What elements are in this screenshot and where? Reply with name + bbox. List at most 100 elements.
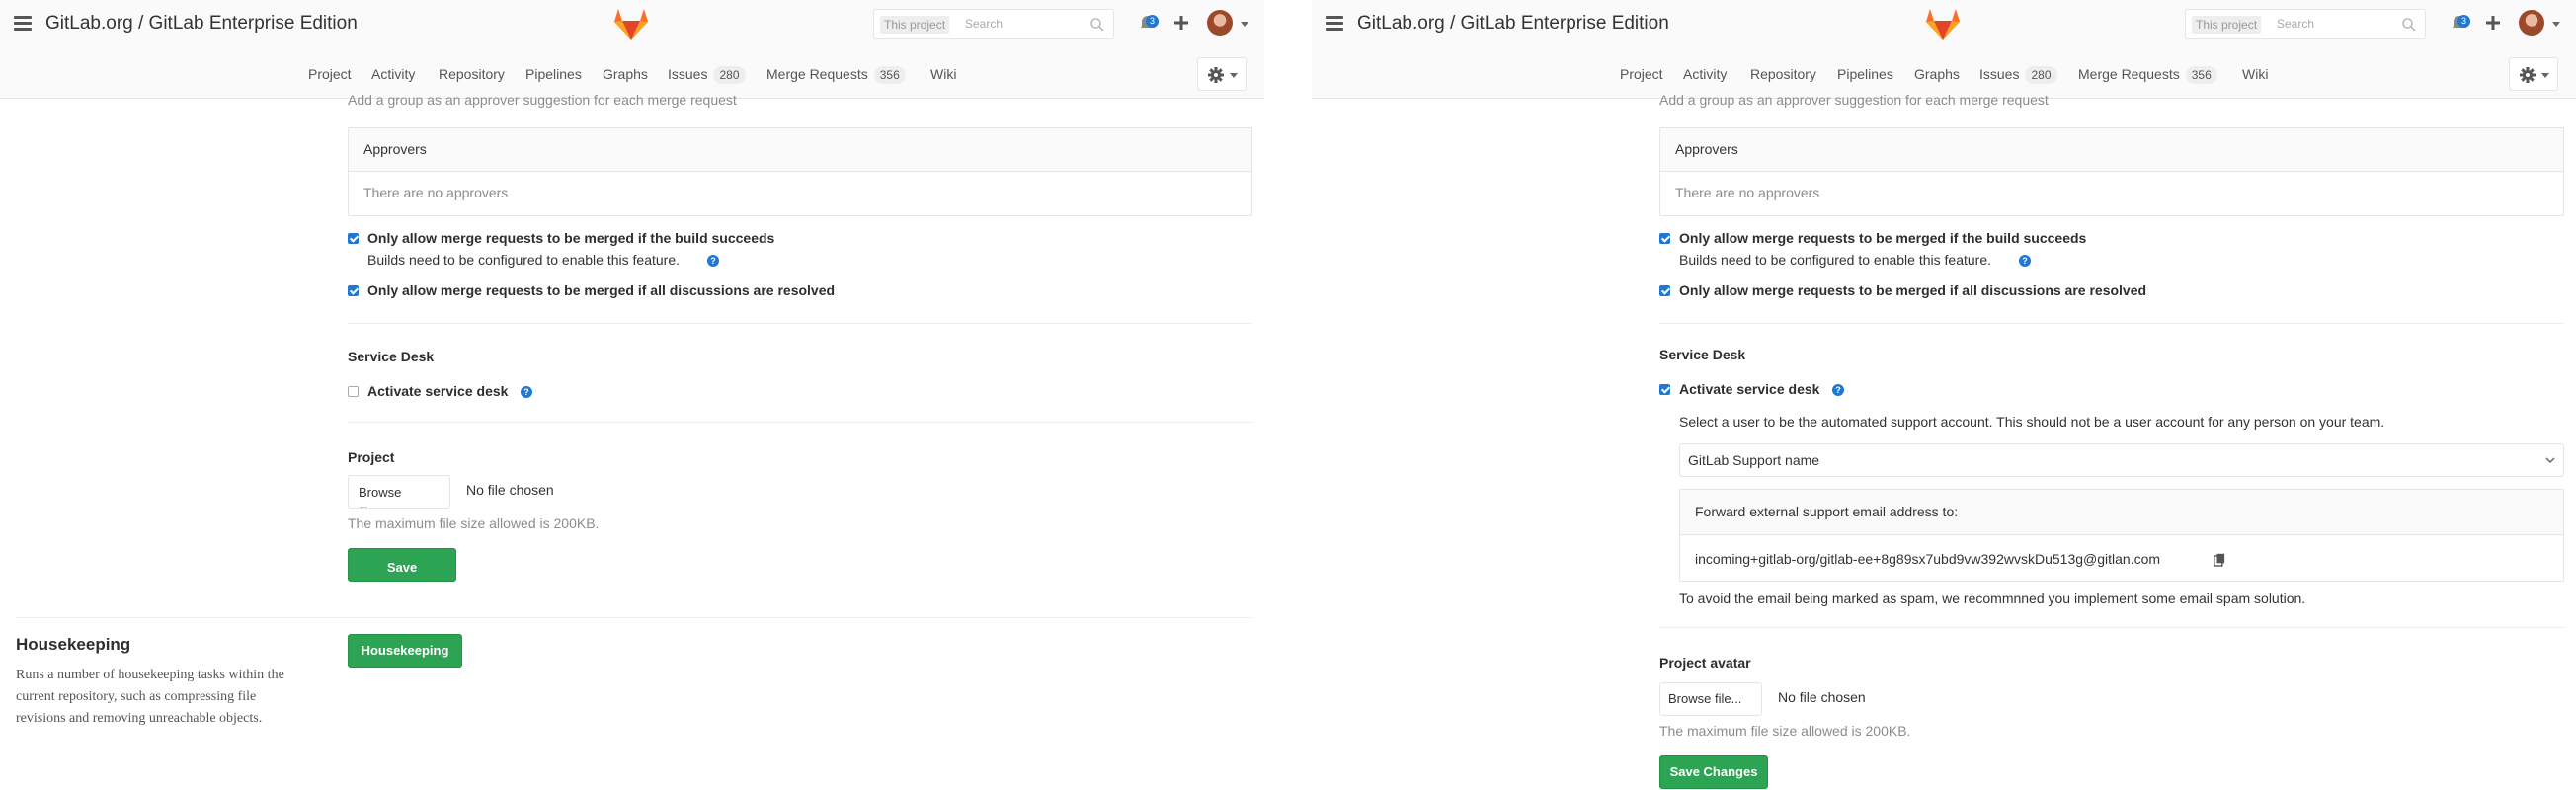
top-header: GitLab.org / GitLab Enterprise Edition T… bbox=[1312, 0, 2576, 99]
chevron-down-icon bbox=[1230, 73, 1238, 78]
mr-count-badge: 356 bbox=[2185, 66, 2217, 84]
build-succeeds-checkbox[interactable] bbox=[1659, 233, 1670, 244]
help-question-icon[interactable]: ? bbox=[707, 255, 719, 267]
forward-email-panel: Forward external support email address t… bbox=[1679, 489, 2564, 582]
activate-service-desk-label: Activate service desk bbox=[367, 383, 509, 399]
new-item-plus-icon[interactable] bbox=[1172, 14, 1190, 32]
divider bbox=[348, 323, 1252, 324]
activate-service-desk-checkbox[interactable] bbox=[348, 386, 359, 397]
no-file-chosen-text: No file chosen bbox=[466, 482, 554, 498]
search-icon bbox=[1090, 18, 1104, 32]
nav-repository[interactable]: Repository bbox=[1750, 63, 1816, 85]
chevron-down-icon bbox=[2545, 457, 2555, 464]
nav-issues-label: Issues bbox=[1979, 66, 2020, 82]
pane-separator bbox=[1264, 0, 1312, 790]
max-file-size-text: The maximum file size allowed is 200KB. bbox=[348, 515, 600, 531]
chevron-down-icon bbox=[2541, 73, 2549, 78]
approvers-heading: Approvers bbox=[1660, 128, 2563, 172]
nav-repository[interactable]: Repository bbox=[439, 63, 505, 85]
max-file-size-text: The maximum file size allowed is 200KB. bbox=[1659, 723, 1911, 739]
nav-pipelines[interactable]: Pipelines bbox=[525, 63, 582, 85]
nav-pipelines[interactable]: Pipelines bbox=[1837, 63, 1893, 85]
approvers-panel: Approvers There are no approvers bbox=[348, 127, 1252, 216]
project-nav: Project Activity Repository Pipelines Gr… bbox=[1312, 63, 2576, 87]
discussions-resolved-checkbox[interactable] bbox=[348, 285, 359, 296]
save-changes-button[interactable]: Save Changes bbox=[1659, 755, 1768, 789]
approvers-empty: There are no approvers bbox=[363, 185, 509, 200]
settings-dropdown-button[interactable] bbox=[1197, 57, 1247, 91]
no-file-chosen-text: No file chosen bbox=[1778, 689, 1866, 705]
service-desk-email[interactable]: incoming+gitlab-org/gitlab-ee+8g89sx7ubd… bbox=[1695, 551, 2160, 567]
nav-project[interactable]: Project bbox=[1620, 63, 1663, 85]
approvers-heading: Approvers bbox=[349, 128, 1251, 172]
todo-count-badge: 3 bbox=[2457, 15, 2470, 28]
build-succeeds-checkbox[interactable] bbox=[348, 233, 359, 244]
search-scope-badge: This project bbox=[2192, 16, 2262, 34]
project-title[interactable]: GitLab.org / GitLab Enterprise Edition bbox=[1357, 13, 1669, 35]
gitlab-logo-icon[interactable] bbox=[612, 6, 650, 41]
discussions-resolved-label: Only allow merge requests to be merged i… bbox=[1679, 282, 2147, 298]
project-nav: Project Activity Repository Pipelines Gr… bbox=[0, 63, 1264, 87]
approvers-hint: Add a group as an approver suggestion fo… bbox=[1659, 92, 2049, 108]
divider bbox=[16, 617, 1252, 618]
help-question-icon[interactable]: ? bbox=[1832, 384, 1844, 396]
browse-file-button[interactable]: Browse file... bbox=[1659, 682, 1762, 716]
nav-merge-requests[interactable]: Merge Requests 356 bbox=[2078, 63, 2217, 85]
help-question-icon[interactable]: ? bbox=[521, 386, 532, 398]
todo-count-badge: 3 bbox=[1146, 15, 1159, 28]
nav-merge-requests[interactable]: Merge Requests 356 bbox=[766, 63, 906, 85]
nav-issues[interactable]: Issues 280 bbox=[1979, 63, 2057, 85]
user-avatar[interactable] bbox=[1207, 10, 1233, 36]
nav-mr-label: Merge Requests bbox=[2078, 66, 2180, 82]
discussions-resolved-checkbox[interactable] bbox=[1659, 285, 1670, 296]
nav-issues[interactable]: Issues 280 bbox=[668, 63, 746, 85]
project-avatar-heading: Project avatar bbox=[1659, 655, 1751, 671]
build-help-text: Builds need to be configured to enable t… bbox=[1679, 252, 1991, 268]
search-input[interactable]: This project Search bbox=[2185, 9, 2426, 39]
issues-count-badge: 280 bbox=[713, 66, 746, 84]
todos-bell-icon[interactable]: 3 bbox=[1138, 14, 1160, 34]
nav-wiki[interactable]: Wiki bbox=[930, 63, 956, 85]
chevron-down-icon[interactable] bbox=[1241, 22, 1248, 27]
gitlab-logo-icon[interactable] bbox=[1924, 6, 1962, 41]
top-header: GitLab.org / GitLab Enterprise Edition T… bbox=[0, 0, 1264, 99]
gear-icon bbox=[2520, 67, 2536, 83]
help-question-icon[interactable]: ? bbox=[2019, 255, 2031, 267]
build-succeeds-label: Only allow merge requests to be merged i… bbox=[1679, 230, 2087, 246]
nav-graphs[interactable]: Graphs bbox=[1914, 63, 1960, 85]
nav-activity[interactable]: Activity bbox=[371, 63, 415, 85]
project-avatar-heading: Project avatar bbox=[348, 449, 395, 465]
save-changes-button[interactable]: Save Changes bbox=[348, 548, 456, 582]
divider bbox=[1659, 323, 2564, 324]
right-screenshot-pane: GitLab.org / GitLab Enterprise Edition T… bbox=[1312, 0, 2576, 790]
copy-clipboard-icon[interactable] bbox=[2214, 553, 2225, 567]
housekeeping-button[interactable]: Housekeeping bbox=[348, 634, 462, 668]
search-placeholder: Search bbox=[965, 17, 1004, 31]
discussions-resolved-label: Only allow merge requests to be merged i… bbox=[367, 282, 836, 298]
build-help-text: Builds need to be configured to enable t… bbox=[367, 252, 680, 268]
todos-bell-icon[interactable]: 3 bbox=[2450, 14, 2471, 34]
search-input[interactable]: This project Search bbox=[873, 9, 1114, 39]
nav-wiki[interactable]: Wiki bbox=[2242, 63, 2268, 85]
settings-dropdown-button[interactable] bbox=[2509, 57, 2558, 91]
new-item-plus-icon[interactable] bbox=[2484, 14, 2502, 32]
issues-count-badge: 280 bbox=[2025, 66, 2057, 84]
activate-service-desk-checkbox[interactable] bbox=[1659, 384, 1670, 395]
forward-email-heading: Forward external support email address t… bbox=[1680, 490, 2563, 535]
housekeeping-heading: Housekeeping bbox=[16, 635, 131, 654]
approvers-hint: Add a group as an approver suggestion fo… bbox=[348, 92, 737, 108]
hamburger-menu-icon[interactable] bbox=[14, 16, 32, 32]
project-title[interactable]: GitLab.org / GitLab Enterprise Edition bbox=[45, 13, 358, 35]
nav-mr-label: Merge Requests bbox=[766, 66, 868, 82]
hamburger-menu-icon[interactable] bbox=[1326, 16, 1343, 32]
nav-graphs[interactable]: Graphs bbox=[603, 63, 648, 85]
settings-content: Add a group as an approver suggestion fo… bbox=[1312, 92, 2576, 790]
approvers-panel: Approvers There are no approvers bbox=[1659, 127, 2564, 216]
nav-activity[interactable]: Activity bbox=[1683, 63, 1727, 85]
chevron-down-icon[interactable] bbox=[2552, 22, 2560, 27]
user-avatar[interactable] bbox=[2519, 10, 2544, 36]
activate-service-desk-label: Activate service desk bbox=[1679, 381, 1820, 397]
browse-file-button[interactable]: Browse file... bbox=[348, 475, 450, 509]
nav-project[interactable]: Project bbox=[308, 63, 352, 85]
support-user-select[interactable]: GitLab Support name bbox=[1679, 443, 2564, 477]
